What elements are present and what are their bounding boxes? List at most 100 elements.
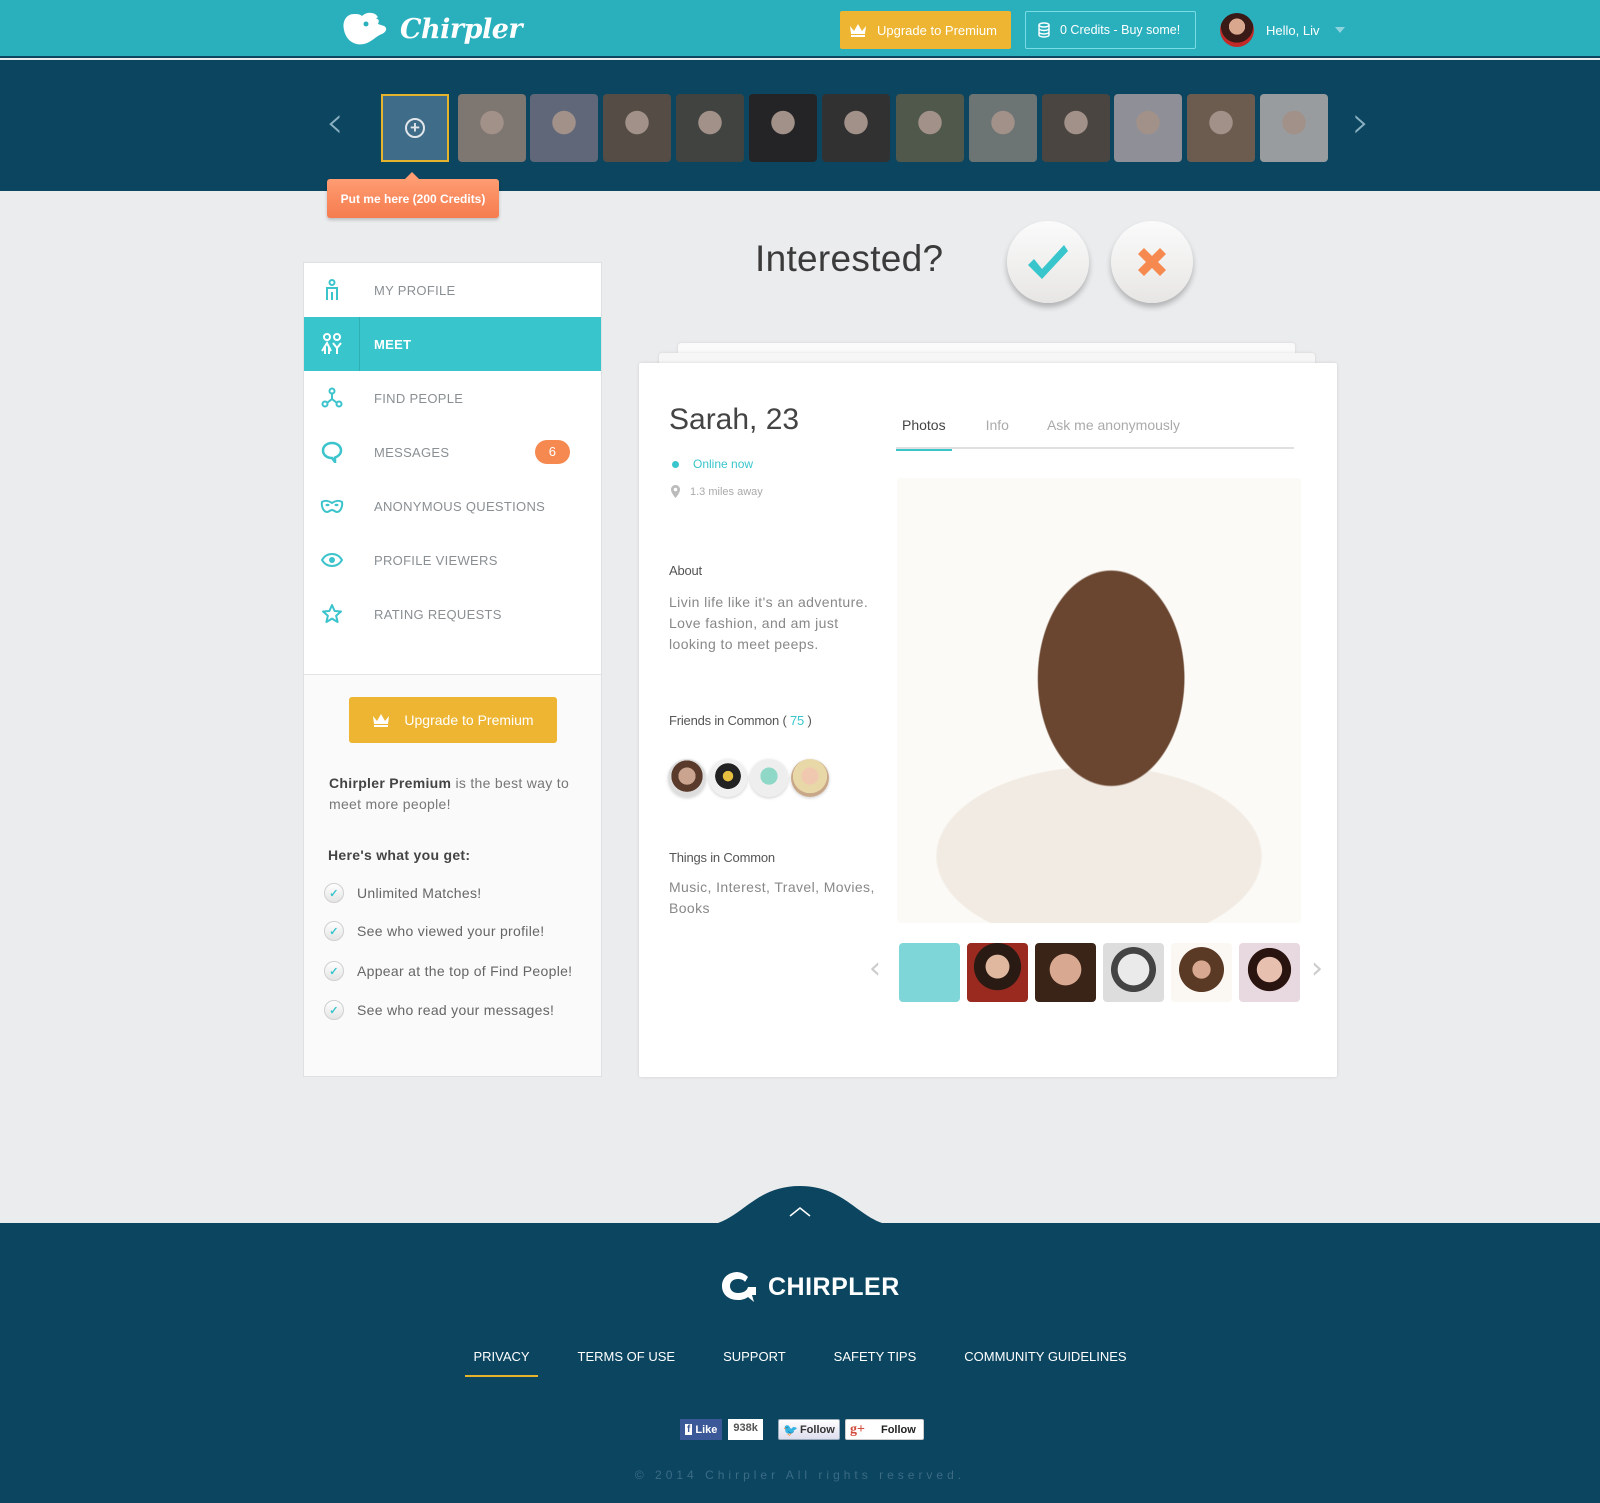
- strip-next-arrow-icon[interactable]: ›: [1352, 97, 1370, 148]
- logo[interactable]: Chirpler: [342, 10, 523, 48]
- gallery-prev-arrow-icon[interactable]: ‹: [869, 951, 881, 986]
- gallery-thumbnail[interactable]: [1171, 943, 1232, 1002]
- friend-avatar[interactable]: [750, 759, 788, 797]
- tab-info[interactable]: Info: [980, 401, 1015, 449]
- sidebar-item-my-profile[interactable]: MY PROFILE: [304, 263, 601, 317]
- person-icon: [304, 263, 360, 317]
- gallery-thumbnail-selected[interactable]: [899, 943, 960, 1002]
- friends-in-common-heading: Friends in Common ( 75 ): [669, 713, 812, 728]
- tab-photos[interactable]: Photos: [896, 401, 952, 451]
- chevron-down-icon: [1335, 27, 1346, 33]
- featured-person-thumbnail[interactable]: [749, 94, 817, 162]
- gallery-next-arrow-icon[interactable]: ›: [1311, 951, 1323, 986]
- sidebar-item-messages[interactable]: MESSAGES 6: [304, 425, 601, 479]
- upgrade-premium-button[interactable]: Upgrade to Premium: [840, 11, 1011, 49]
- chirpler-c-logo-icon: [722, 1272, 756, 1302]
- profile-tabs: Photos Info Ask me anonymously: [896, 401, 1294, 451]
- footer-link-privacy[interactable]: PRIVACY: [449, 1349, 553, 1377]
- sidebar-item-profile-viewers[interactable]: PROFILE VIEWERS: [304, 533, 601, 587]
- fb-like-count: 938k: [728, 1419, 763, 1440]
- twitter-bird-icon: 🐦: [783, 1422, 798, 1437]
- sidebar-item-find-people[interactable]: FIND PEOPLE: [304, 371, 601, 425]
- perk-label: Appear at the top of Find People!: [357, 963, 573, 979]
- user-menu[interactable]: Hello, Liv: [1220, 13, 1346, 47]
- network-icon: [304, 371, 360, 425]
- sidebar-item-label: MEET: [374, 336, 412, 352]
- featured-person-thumbnail[interactable]: [1187, 94, 1255, 162]
- perk-label: See who viewed your profile!: [357, 923, 545, 939]
- sidebar-item-rating-requests[interactable]: RATING REQUESTS: [304, 587, 601, 641]
- top-bar: Chirpler Upgrade to Premium 0 Credits - …: [0, 0, 1600, 58]
- copyright: © 2014 Chirpler All rights reserved.: [634, 1468, 966, 1482]
- couple-icon: [304, 317, 360, 371]
- friend-avatar[interactable]: [668, 759, 706, 797]
- featured-person-thumbnail[interactable]: [1114, 94, 1182, 162]
- checkmark-icon: [1028, 245, 1068, 279]
- pass-button[interactable]: [1111, 221, 1193, 303]
- distance-label: 1.3 miles away: [690, 485, 763, 498]
- sidebar-item-label: FIND PEOPLE: [374, 390, 464, 406]
- check-icon: ✓: [324, 1000, 344, 1020]
- online-status-label: Online now: [693, 457, 754, 471]
- gallery-thumbnail[interactable]: [1239, 943, 1300, 1002]
- footer-link-support[interactable]: SUPPORT: [699, 1349, 810, 1377]
- facebook-icon: f: [685, 1424, 693, 1435]
- like-button[interactable]: [1007, 221, 1089, 303]
- sidebar-item-label: RATING REQUESTS: [374, 606, 502, 622]
- brand-name: Chirpler: [400, 13, 523, 45]
- sidebar-menu: MY PROFILE MEET FIND PEOPLE MESSAGES 6 A…: [304, 263, 601, 675]
- footer-link-terms[interactable]: TERMS OF USE: [554, 1349, 700, 1377]
- upgrade-premium-label: Upgrade to Premium: [877, 22, 997, 38]
- footer-link-community-guidelines[interactable]: COMMUNITY GUIDELINES: [940, 1349, 1150, 1377]
- gallery-thumbnail[interactable]: [1035, 943, 1096, 1002]
- sidebar-upgrade-premium-button[interactable]: Upgrade to Premium: [349, 697, 557, 743]
- add-myself-thumbnail[interactable]: +: [381, 94, 449, 162]
- friend-avatar[interactable]: [791, 759, 829, 797]
- featured-person-thumbnail[interactable]: [458, 94, 526, 162]
- buy-credits-button[interactable]: 0 Credits - Buy some!: [1025, 11, 1196, 49]
- featured-person-thumbnail[interactable]: [969, 94, 1037, 162]
- plus-circle-icon: +: [405, 118, 425, 138]
- user-avatar: [1220, 13, 1254, 47]
- friend-avatar[interactable]: [709, 759, 747, 797]
- chirpler-bird-logo-icon: [343, 12, 387, 45]
- sidebar-item-anonymous-questions[interactable]: ANONYMOUS QUESTIONS: [304, 479, 601, 533]
- featured-person-thumbnail[interactable]: [1042, 94, 1110, 162]
- main-profile-photo[interactable]: [897, 478, 1301, 923]
- close-x-icon: [1138, 248, 1166, 276]
- things-in-common-text: Music, Interest, Travel, Movies, Books: [669, 879, 875, 916]
- featured-person-thumbnail[interactable]: [1260, 94, 1328, 162]
- google-plus-follow-label: Follow: [880, 1423, 916, 1436]
- check-icon: ✓: [324, 961, 344, 981]
- gallery-thumbnail[interactable]: [1103, 943, 1164, 1002]
- friends-count[interactable]: 75: [790, 713, 804, 728]
- featured-person-thumbnail[interactable]: [822, 94, 890, 162]
- perk-item: ✓ See who read your messages!: [324, 1000, 554, 1020]
- promo-bold: Chirpler Premium: [329, 775, 452, 791]
- tab-ask-anonymously[interactable]: Ask me anonymously: [1041, 401, 1186, 449]
- sidebar-item-meet[interactable]: MEET: [304, 317, 601, 371]
- perk-item: ✓ Appear at the top of Find People!: [324, 961, 572, 981]
- online-status: Online now: [672, 457, 753, 471]
- gallery-thumbnail[interactable]: [967, 943, 1028, 1002]
- featured-person-thumbnail[interactable]: [896, 94, 964, 162]
- eye-icon: [304, 533, 360, 587]
- google-plus-follow-button[interactable]: g+ Follow: [845, 1419, 924, 1440]
- sidebar: MY PROFILE MEET FIND PEOPLE MESSAGES 6 A…: [303, 262, 602, 1077]
- perks-heading: Here's what you get:: [328, 847, 471, 863]
- footer-brand: CHIRPLER: [768, 1272, 900, 1301]
- put-me-here-tooltip[interactable]: Put me here (200 Credits): [327, 172, 499, 218]
- interested-question: Interested?: [755, 238, 944, 279]
- strip-prev-arrow-icon[interactable]: ‹: [326, 97, 344, 148]
- location-pin-icon: [671, 485, 680, 498]
- crown-icon: [373, 714, 390, 727]
- profile-name: Sarah, 23: [669, 403, 800, 436]
- featured-person-thumbnail[interactable]: [603, 94, 671, 162]
- twitter-follow-button[interactable]: 🐦 Follow: [778, 1419, 840, 1440]
- scroll-to-top-hump[interactable]: [700, 1186, 900, 1226]
- featured-person-thumbnail[interactable]: [530, 94, 598, 162]
- facebook-like-button[interactable]: f Like 938k: [680, 1419, 763, 1440]
- featured-person-thumbnail[interactable]: [676, 94, 744, 162]
- footer-link-safety-tips[interactable]: SAFETY TIPS: [810, 1349, 941, 1377]
- about-text: Livin life like it's an adventure. Love …: [669, 594, 869, 652]
